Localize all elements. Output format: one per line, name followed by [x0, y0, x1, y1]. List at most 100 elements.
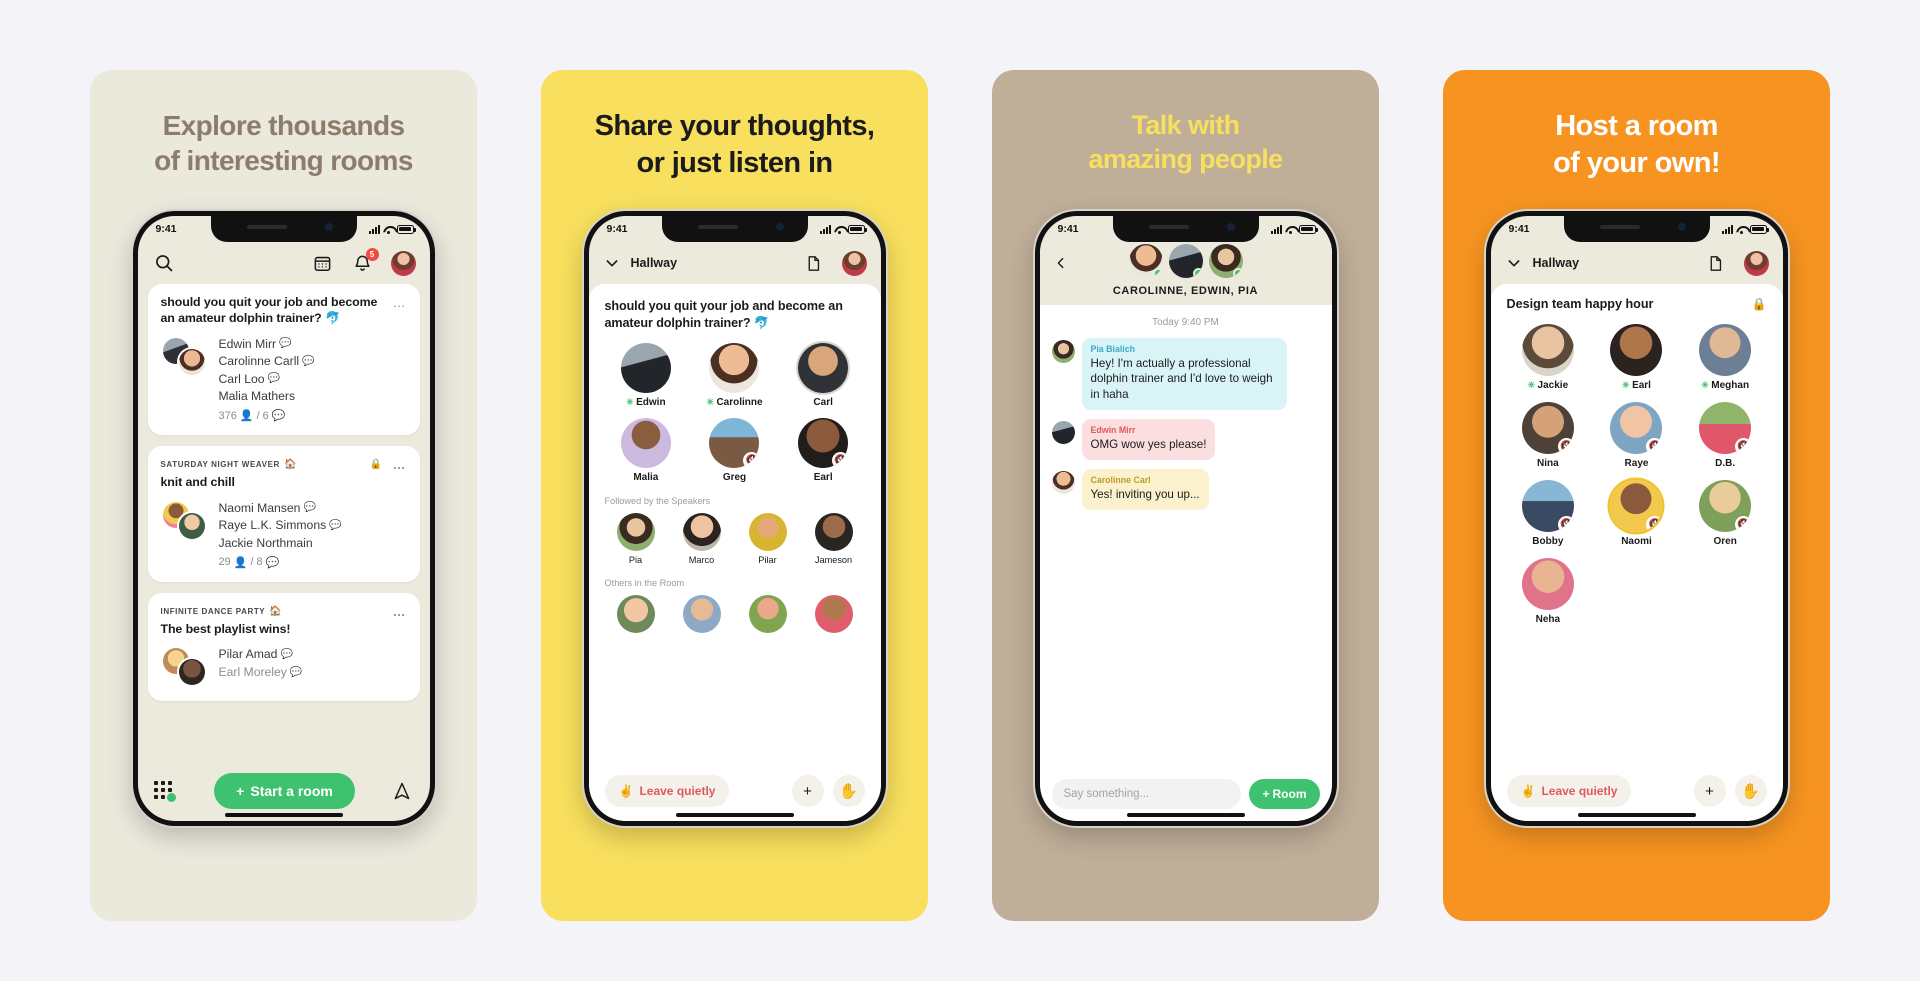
leave-quietly-button[interactable]: ✌️ Leave quietly — [1506, 775, 1632, 807]
room-card[interactable]: should you quit your job and become an a… — [147, 284, 420, 435]
participant-tile[interactable]: ✳ Jackie — [1507, 324, 1590, 391]
message-text: Hey! I'm actually a professional dolphin… — [1090, 357, 1273, 401]
listener-count: 29 — [218, 556, 231, 569]
room-feed-list[interactable]: should you quit your job and become an a… — [138, 284, 430, 767]
other-tile[interactable] — [605, 595, 667, 634]
mic-muted-icon: 🔇 — [1557, 516, 1574, 532]
paper-plane-icon[interactable] — [390, 779, 414, 803]
participant-tile[interactable]: 🔇 Raye — [1595, 402, 1678, 469]
speaker-row: Naomi Mansen 💬 — [219, 500, 407, 518]
chat-bubble-icon: 💬 — [279, 338, 292, 350]
chat-bubble-icon: 💬 — [303, 502, 316, 514]
participant-tile[interactable]: ✳ Meghan — [1684, 324, 1767, 391]
speaker-name: Carolinne — [716, 397, 763, 409]
speaker-tile[interactable]: 🔇 Greg — [693, 418, 776, 483]
speaker-row: Raye L.K. Simmons 💬 — [219, 517, 407, 535]
chat-message-list[interactable]: Today 9:40 PM Pia Bialich Hey! I'm actua… — [1039, 305, 1332, 779]
other-photo — [682, 595, 721, 634]
note-icon[interactable] — [802, 251, 826, 275]
speaker-avatar — [176, 510, 207, 541]
raise-hand-icon[interactable]: ✋ — [1734, 775, 1767, 807]
calendar-icon[interactable] — [311, 251, 335, 275]
room-card-more-button[interactable]: … — [393, 604, 407, 619]
peace-hand-icon: ✌️ — [618, 784, 634, 798]
other-tile[interactable] — [803, 595, 865, 634]
participant-tile[interactable]: 🔇 Bobby — [1507, 480, 1590, 547]
avatar[interactable] — [1743, 250, 1769, 276]
raise-hand-icon[interactable]: ✋ — [832, 775, 865, 807]
follower-tile[interactable]: Jameson — [803, 513, 865, 565]
other-tile[interactable] — [737, 595, 799, 634]
mic-muted-icon: 🔇 — [832, 452, 849, 469]
speaker-tile[interactable]: ✳ Edwin — [605, 343, 688, 408]
follower-photo — [682, 513, 721, 552]
participant-tile[interactable]: 🔇 Oren — [1684, 480, 1767, 547]
speaker-tile[interactable]: 🔇 Earl — [782, 418, 865, 483]
room-button-label: Room — [1272, 787, 1307, 801]
participant-tile[interactable]: ✳ Earl — [1595, 324, 1678, 391]
follower-tile[interactable]: Pia — [605, 513, 667, 565]
green-star-icon: ✳ — [706, 397, 714, 408]
follower-tile[interactable]: Marco — [671, 513, 733, 565]
participant-tile[interactable]: 🔇 D.B. — [1684, 402, 1767, 469]
speaker-tile[interactable]: Carl — [782, 343, 865, 408]
chevron-down-icon[interactable] — [1505, 251, 1523, 275]
panel-explore: Explore thousands of interesting rooms 9… — [90, 70, 477, 921]
participant-tile[interactable]: 🔇 Nina — [1507, 402, 1590, 469]
room-title-row: Design team happy hour 🔒 — [1507, 297, 1767, 311]
message-author: Pia Bialich — [1090, 344, 1136, 354]
follower-tile[interactable]: Pilar — [737, 513, 799, 565]
panel-title-line1: Talk with — [1131, 110, 1240, 140]
chevron-down-icon[interactable] — [603, 251, 621, 275]
online-indicator — [1232, 268, 1243, 278]
chat-timestamp: Today 9:40 PM — [1152, 317, 1219, 328]
speaker-count: 8 — [256, 556, 263, 569]
back-chevron-icon[interactable] — [1054, 254, 1067, 278]
hallway-label[interactable]: Hallway — [631, 256, 678, 270]
speaker-row: Edwin Mirr 💬 — [219, 336, 407, 354]
message-avatar — [1051, 340, 1075, 363]
plus-icon[interactable]: + — [1693, 775, 1726, 807]
speaker-tile[interactable]: ✳ Carolinne — [693, 343, 776, 408]
followed-grid: Pia Marco Pilar Jameson — [605, 513, 865, 565]
follower-name: Marco — [688, 555, 715, 566]
room-card-more-button[interactable]: … — [393, 295, 407, 310]
avatar[interactable] — [841, 250, 867, 276]
follower-name: Jameson — [814, 555, 853, 566]
hallway-label[interactable]: Hallway — [1533, 256, 1580, 270]
start-a-room-button[interactable]: + Start a room — [214, 773, 355, 809]
participant-tile[interactable]: 🔇 Naomi — [1595, 480, 1678, 547]
participant-photo — [1521, 558, 1574, 610]
follower-photo — [814, 513, 853, 552]
message-avatar — [1051, 471, 1075, 495]
participant-photo: 🔇 — [1699, 402, 1752, 454]
note-icon[interactable] — [1704, 251, 1728, 275]
wifi-icon — [1285, 225, 1296, 234]
bell-icon[interactable]: 5 — [351, 248, 379, 275]
app-grid-icon[interactable] — [153, 781, 180, 802]
count-separator: / — [250, 556, 254, 569]
panel-title-line1: Host a room — [1555, 110, 1718, 142]
speaker-row: Pilar Amad 💬 — [219, 646, 407, 664]
chat-header: CAROLINNE, EDWIN, PIA — [1039, 242, 1332, 305]
speaker-name: Earl Moreley — [218, 665, 287, 679]
mic-muted-icon: 🔇 — [1735, 438, 1752, 454]
others-in-room-label: Others in the Room — [604, 578, 685, 589]
room-button[interactable]: + Room — [1249, 779, 1320, 809]
speaker-name-list: Naomi Mansen 💬 Raye L.K. Simmons 💬 Jackie … — [219, 500, 407, 569]
mic-muted-icon: 🔇 — [743, 452, 760, 469]
plus-icon[interactable]: + — [791, 775, 824, 807]
search-icon[interactable] — [152, 251, 176, 275]
status-time: 9:41 — [606, 223, 628, 235]
participant-tile[interactable]: Neha — [1507, 558, 1590, 625]
avatar[interactable] — [390, 250, 416, 276]
speaker-name: Earl — [813, 472, 833, 484]
room-card[interactable]: INFINITE DANCE PARTY 🏠 … The best playli… — [147, 592, 420, 702]
home-indicator — [1577, 812, 1696, 817]
other-tile[interactable] — [671, 595, 733, 634]
speaker-tile[interactable]: Malia — [605, 418, 688, 483]
room-card-more-button[interactable]: … — [393, 457, 407, 472]
room-card[interactable]: SATURDAY NIGHT WEAVER 🏠 🔒 … knit and chi… — [147, 446, 420, 582]
message-input[interactable]: Say something... — [1051, 779, 1242, 809]
leave-quietly-button[interactable]: ✌️ Leave quietly — [604, 775, 730, 807]
